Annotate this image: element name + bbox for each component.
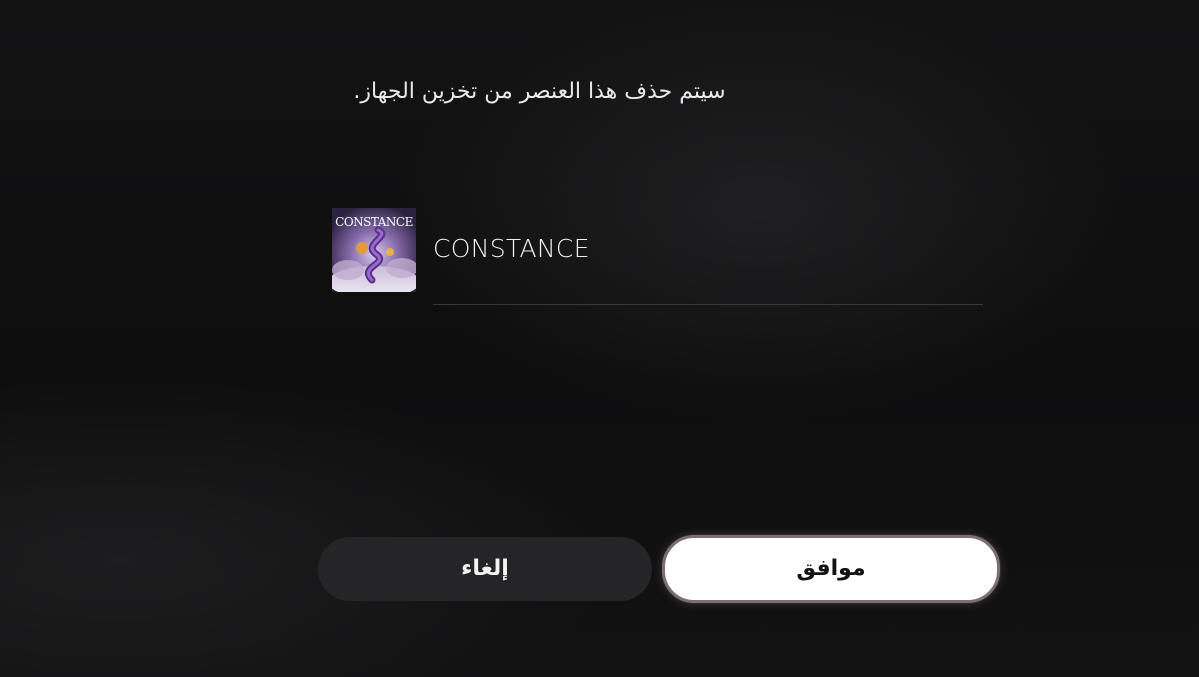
item-row: CONSTANCE CONSTANCE bbox=[332, 208, 984, 306]
divider bbox=[433, 304, 983, 305]
game-thumbnail: CONSTANCE bbox=[332, 208, 416, 292]
delete-confirmation-screen: سيتم حذف هذا العنصر من تخزين الجهاز. CON… bbox=[0, 0, 1199, 677]
item-title: CONSTANCE bbox=[433, 234, 590, 263]
cancel-button[interactable]: إلغاء bbox=[318, 537, 652, 601]
thumbnail-logo-text: CONSTANCE bbox=[335, 215, 413, 229]
dialog-message: سيتم حذف هذا العنصر من تخزين الجهاز. bbox=[353, 79, 726, 104]
ok-button[interactable]: موافق bbox=[662, 535, 1000, 603]
